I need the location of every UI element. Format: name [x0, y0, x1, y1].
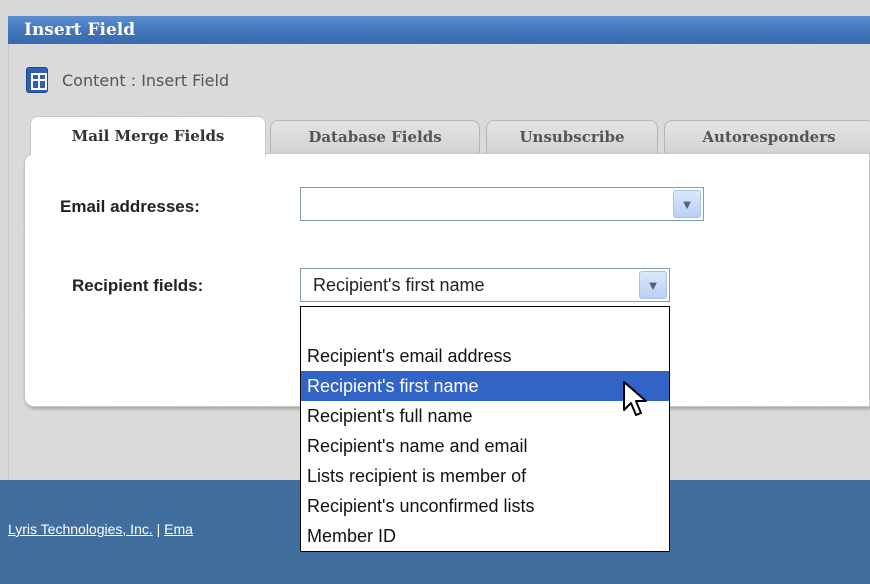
dropdown-option[interactable]: Member ID [301, 521, 669, 551]
breadcrumb: Content : Insert Field [26, 64, 229, 96]
recipient-fields-select[interactable]: Recipient's first name ▼ [300, 268, 670, 302]
dropdown-option[interactable]: Recipient's unconfirmed lists [301, 491, 669, 521]
tab-unsubscribe[interactable]: Unsubscribe [486, 120, 658, 154]
tab-autoresponders[interactable]: Autoresponders [664, 120, 870, 154]
recipient-fields-value: Recipient's first name [313, 275, 485, 295]
email-addresses-label: Email addresses: [60, 197, 200, 216]
dropdown-option[interactable]: Recipient's email address [301, 341, 669, 371]
dropdown-option[interactable]: Recipient's name and email [301, 431, 669, 461]
breadcrumb-text: Content : Insert Field [62, 70, 230, 90]
dropdown-option[interactable]: Recipient's full name [301, 401, 669, 431]
recipient-fields-label: Recipient fields: [72, 276, 204, 295]
recipient-dropdown-button[interactable]: ▼ [639, 271, 667, 299]
dropdown-option-highlighted[interactable]: Recipient's first name [301, 371, 669, 401]
chevron-down-icon: ▼ [646, 277, 660, 293]
footer-links: Lyris Technologies, Inc. | Ema [8, 521, 300, 537]
chevron-down-icon: ▼ [680, 196, 694, 212]
email-dropdown-button[interactable]: ▼ [673, 190, 701, 218]
tab-mail-merge-fields[interactable]: Mail Merge Fields [30, 116, 266, 156]
dropdown-option[interactable]: Lists recipient is member of [301, 461, 669, 491]
footer-separator: | [152, 521, 165, 537]
email-addresses-select[interactable]: ▼ [300, 187, 704, 221]
mouse-cursor-icon [623, 381, 647, 416]
company-link[interactable]: Lyris Technologies, Inc. [8, 521, 153, 537]
content-table-icon [26, 67, 48, 93]
email-link[interactable]: Ema [164, 521, 193, 537]
tab-database-fields[interactable]: Database Fields [270, 120, 480, 154]
window-title: Insert Field [8, 16, 870, 44]
recipient-fields-dropdown-list[interactable]: Recipient's email address Recipient's fi… [300, 306, 670, 552]
